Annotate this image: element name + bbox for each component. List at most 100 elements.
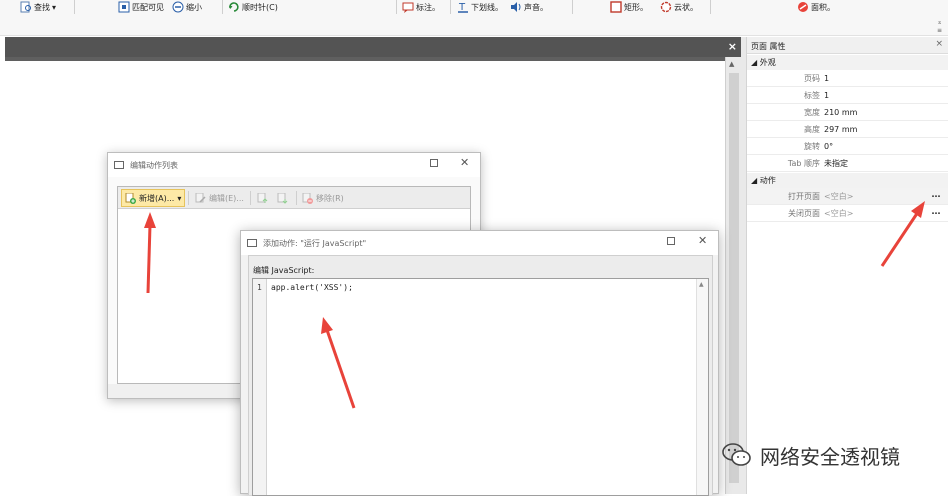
new-action-button[interactable]: 新增(A)... ▾	[121, 189, 186, 207]
dialog-titlebar[interactable]: 编辑动作列表 ✕	[108, 153, 480, 177]
rectangle-button[interactable]: 矩形。	[610, 0, 648, 14]
new-action-label: 新增(A)...	[139, 193, 175, 203]
prop-key: 标签	[804, 91, 820, 100]
page-close-browse-button[interactable]: …	[929, 205, 943, 221]
javascript-code-editor[interactable]: 1 app.alert('XSS'); ▲	[252, 278, 709, 496]
properties-panel-title: 页面 属性	[751, 42, 786, 51]
chevron-down-icon: ▾	[177, 193, 182, 203]
close-panel-icon[interactable]: ×	[935, 39, 943, 49]
find-button[interactable]: 查找 ▾	[20, 0, 56, 14]
prop-key: 关闭页面	[788, 209, 820, 218]
line-number-gutter	[253, 279, 267, 495]
watermark-text: 网络安全透视镜	[760, 444, 900, 469]
window-icon	[247, 239, 257, 247]
move-down-button[interactable]	[274, 189, 291, 207]
sound-label: 声音。	[524, 2, 548, 12]
javascript-editor-panel: 编辑 JavaScript: 1 app.alert('XSS'); ▲	[248, 255, 713, 496]
watermark: 网络安全透视镜	[722, 438, 946, 472]
ribbon-divider	[396, 0, 397, 14]
document-scrollbar[interactable]: ▲	[725, 57, 741, 494]
prop-value: 1	[824, 91, 830, 100]
toolbar-divider	[296, 191, 297, 205]
maximize-icon[interactable]	[430, 159, 438, 167]
prop-row-height[interactable]: 高度 297 mm	[747, 121, 948, 138]
dialog-title: 添加动作: "运行 JavaScript"	[263, 239, 367, 248]
line-number: 1	[257, 283, 262, 292]
ribbon-divider	[74, 0, 75, 14]
underline-icon: T	[458, 2, 468, 13]
sound-button[interactable]: 声音。	[510, 0, 548, 14]
cloud-button[interactable]: 云状。	[660, 0, 698, 14]
find-icon	[20, 1, 31, 13]
rotate-clockwise-icon	[229, 2, 239, 12]
fit-visible-button[interactable]: 匹配可见	[118, 0, 164, 14]
area-icon	[798, 2, 808, 12]
prop-value: 未指定	[824, 159, 848, 168]
cloud-icon	[660, 1, 672, 13]
move-up-icon	[257, 192, 268, 203]
cloud-label: 云状。	[674, 2, 698, 12]
scroll-up-icon[interactable]: ▲	[729, 60, 734, 68]
close-document-icon[interactable]: ×	[728, 40, 737, 53]
section-actions[interactable]: ◢ 动作	[747, 173, 948, 188]
add-icon	[125, 192, 136, 204]
chevron-down-icon: ▾	[52, 2, 57, 12]
scroll-up-icon[interactable]: ▲	[699, 281, 704, 288]
pin-ribbon-icon[interactable]: ≡	[937, 27, 942, 34]
prop-key: 宽度	[804, 108, 820, 117]
prop-key: 旋转	[804, 142, 820, 151]
prop-key: Tab 顺序	[787, 159, 820, 168]
prop-row-tab-order[interactable]: Tab 顺序 未指定	[747, 155, 948, 172]
window-icon	[114, 161, 124, 169]
move-down-icon	[277, 192, 288, 204]
editor-label: 编辑 JavaScript:	[253, 266, 315, 275]
prop-row-page-open[interactable]: 打开页面 <空白> …	[747, 188, 948, 205]
area-label: 面积。	[811, 2, 835, 12]
prop-value: 210 mm	[824, 108, 858, 117]
ribbon-divider	[710, 0, 711, 14]
prop-value: 1	[824, 74, 830, 83]
toolbar-divider	[250, 191, 251, 205]
section-appearance[interactable]: ◢ 外观	[747, 55, 948, 70]
remove-action-button[interactable]: 移除(R)	[299, 189, 347, 207]
scrollbar-thumb[interactable]	[729, 73, 739, 483]
prop-value: 297 mm	[824, 125, 858, 134]
document-tab-bar: ×	[5, 37, 741, 57]
prop-row-width[interactable]: 宽度 210 mm	[747, 104, 948, 121]
ribbon-divider	[572, 0, 573, 14]
fit-visible-icon	[118, 1, 130, 13]
prop-row-page-number[interactable]: 页码 1	[747, 70, 948, 87]
code-line[interactable]: app.alert('XSS');	[271, 283, 353, 292]
prop-row-label[interactable]: 标签 1	[747, 87, 948, 104]
remove-action-label: 移除(R)	[316, 193, 344, 203]
callout-label: 标注。	[416, 2, 440, 12]
edit-action-button[interactable]: 编辑(E)...	[192, 189, 247, 207]
prop-key: 页码	[804, 74, 820, 83]
rotate-clockwise-button[interactable]: 顺时针(C)	[228, 0, 278, 14]
editor-scrollbar[interactable]: ▲	[696, 279, 708, 495]
prop-value: 0°	[824, 142, 834, 151]
rectangle-icon	[610, 1, 622, 13]
prop-row-page-close[interactable]: 关闭页面 <空白> …	[747, 205, 948, 222]
ribbon-divider	[450, 0, 451, 14]
sound-icon	[511, 2, 521, 12]
close-icon[interactable]: ✕	[460, 156, 469, 169]
add-javascript-action-dialog: 添加动作: "运行 JavaScript" ✕ 编辑 JavaScript: 1…	[240, 230, 719, 496]
prop-value: <空白>	[824, 192, 854, 201]
prop-row-rotation[interactable]: 旋转 0°	[747, 138, 948, 155]
remove-icon	[302, 192, 313, 204]
move-up-button[interactable]	[254, 189, 271, 207]
area-button[interactable]: 面积。	[797, 0, 835, 14]
zoom-out-button[interactable]: 缩小	[172, 0, 202, 14]
dialog-titlebar[interactable]: 添加动作: "运行 JavaScript" ✕	[241, 231, 718, 255]
zoom-out-icon	[172, 1, 184, 13]
collapse-ribbon-icon[interactable]: ⌅	[937, 19, 942, 26]
maximize-icon[interactable]	[667, 237, 675, 245]
close-icon[interactable]: ✕	[698, 234, 707, 247]
prop-key: 高度	[804, 125, 820, 134]
ribbon-toolbar: 查找 ▾ 匹配可见 缩小 顺时针(C) 标注。 T 下划线。 声音。 矩形。 云…	[0, 0, 948, 18]
underline-button[interactable]: T 下划线。	[457, 0, 503, 14]
callout-button[interactable]: 标注。	[402, 0, 440, 14]
fit-visible-label: 匹配可见	[132, 2, 164, 12]
page-open-browse-button[interactable]: …	[929, 188, 943, 204]
